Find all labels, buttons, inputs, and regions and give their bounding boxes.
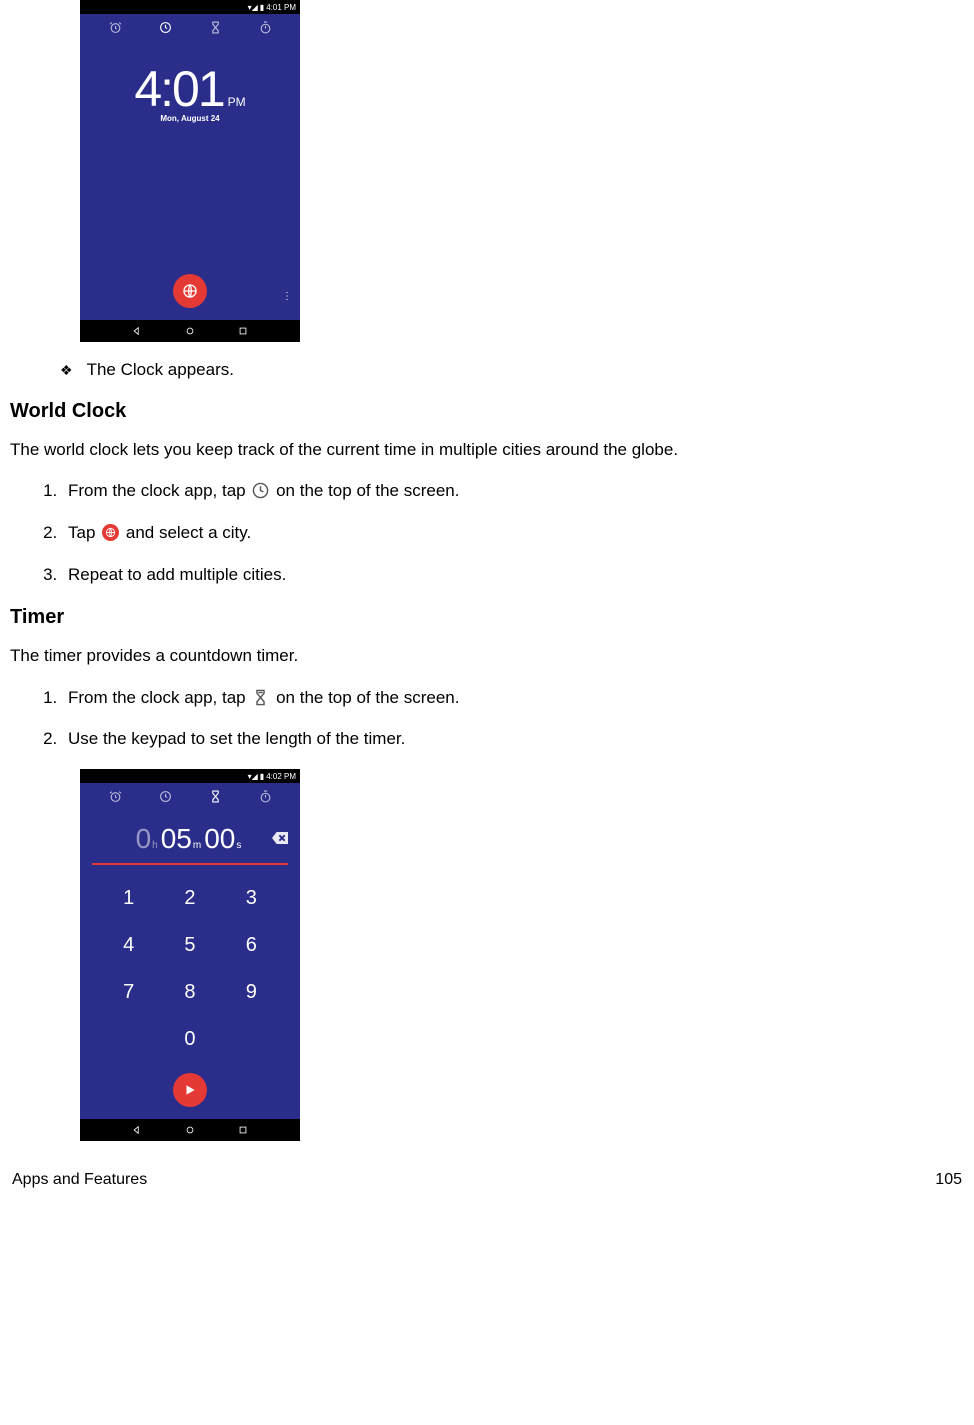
clock-app-screenshot: ▾◢ ▮ 4:01 PM 4:01PM Mon, August 24 ⋮	[80, 0, 300, 342]
globe-fab-icon	[102, 524, 119, 541]
recents-icon	[238, 326, 248, 336]
key-2: 2	[159, 875, 220, 922]
hourglass-icon	[252, 689, 269, 706]
battery-icon: ▮	[260, 3, 264, 12]
alarm-icon	[109, 790, 122, 803]
list-item: Tap and select a city.	[62, 521, 964, 545]
status-bar: ▾◢ ▮ 4:01 PM	[80, 0, 300, 14]
timer-keypad: 1 2 3 4 5 6 7 8 9 0	[80, 865, 300, 1063]
clock-icon	[159, 21, 172, 34]
clock-body: 4:01PM Mon, August 24 ⋮	[80, 40, 300, 320]
clock-tabs	[80, 14, 300, 40]
nav-bar	[80, 1119, 300, 1141]
world-clock-intro: The world clock lets you keep track of t…	[10, 439, 964, 461]
overflow-icon: ⋮	[282, 291, 292, 302]
stopwatch-icon	[259, 21, 272, 34]
clock-icon	[159, 790, 172, 803]
nav-bar	[80, 320, 300, 342]
page-footer: Apps and Features 105	[10, 1171, 964, 1199]
backspace-icon	[272, 831, 288, 849]
globe-icon	[182, 283, 198, 299]
key-0: 0	[159, 1016, 220, 1063]
alarm-icon	[109, 21, 122, 34]
home-icon	[185, 1125, 195, 1135]
timer-steps: From the clock app, tap on the top of th…	[10, 686, 964, 752]
timer-app-screenshot: ▾◢ ▮ 4:02 PM 0h 05m 00s 1 2 3 4	[80, 769, 300, 1141]
footer-page-number: 105	[935, 1171, 962, 1189]
timer-body: 0h 05m 00s 1 2 3 4 5 6 7 8 9 0	[80, 809, 300, 1119]
key-7: 7	[98, 969, 159, 1016]
clock-icon	[252, 482, 269, 499]
key-4: 4	[98, 922, 159, 969]
world-clock-steps: From the clock app, tap on the top of th…	[10, 479, 964, 586]
key-5: 5	[159, 922, 220, 969]
key-6: 6	[221, 922, 282, 969]
back-icon	[132, 1125, 142, 1135]
timer-intro: The timer provides a countdown timer.	[10, 645, 964, 667]
key-3: 3	[221, 875, 282, 922]
diamond-bullet-icon: ❖	[60, 362, 73, 379]
key-1: 1	[98, 875, 159, 922]
play-icon	[183, 1083, 197, 1097]
list-item: Use the keypad to set the length of the …	[62, 727, 964, 751]
world-clock-heading: World Clock	[10, 400, 964, 423]
clock-time: 4:01PM	[80, 40, 300, 118]
hourglass-icon	[209, 21, 222, 34]
timer-heading: Timer	[10, 606, 964, 629]
status-time: 4:01 PM	[266, 3, 296, 12]
list-item: From the clock app, tap on the top of th…	[62, 686, 964, 710]
hourglass-icon	[209, 790, 222, 803]
key-9: 9	[221, 969, 282, 1016]
stopwatch-icon	[259, 790, 272, 803]
list-item: From the clock app, tap on the top of th…	[62, 479, 964, 503]
list-item: Repeat to add multiple cities.	[62, 563, 964, 587]
status-bar: ▾◢ ▮ 4:02 PM	[80, 769, 300, 783]
status-time: 4:02 PM	[266, 772, 296, 781]
footer-section: Apps and Features	[12, 1171, 147, 1189]
clock-date: Mon, August 24	[80, 114, 300, 123]
key-8: 8	[159, 969, 220, 1016]
home-icon	[185, 326, 195, 336]
back-icon	[132, 326, 142, 336]
battery-icon: ▮	[260, 772, 264, 781]
clock-tabs	[80, 783, 300, 809]
signal-icon: ▾◢	[248, 3, 258, 12]
world-clock-fab	[173, 274, 207, 308]
recents-icon	[238, 1125, 248, 1135]
signal-icon: ▾◢	[248, 772, 258, 781]
bullet-text: The Clock appears.	[87, 360, 234, 380]
play-fab	[173, 1073, 207, 1107]
timer-display: 0h 05m 00s	[80, 809, 300, 863]
bullet-item: ❖ The Clock appears.	[60, 360, 964, 380]
